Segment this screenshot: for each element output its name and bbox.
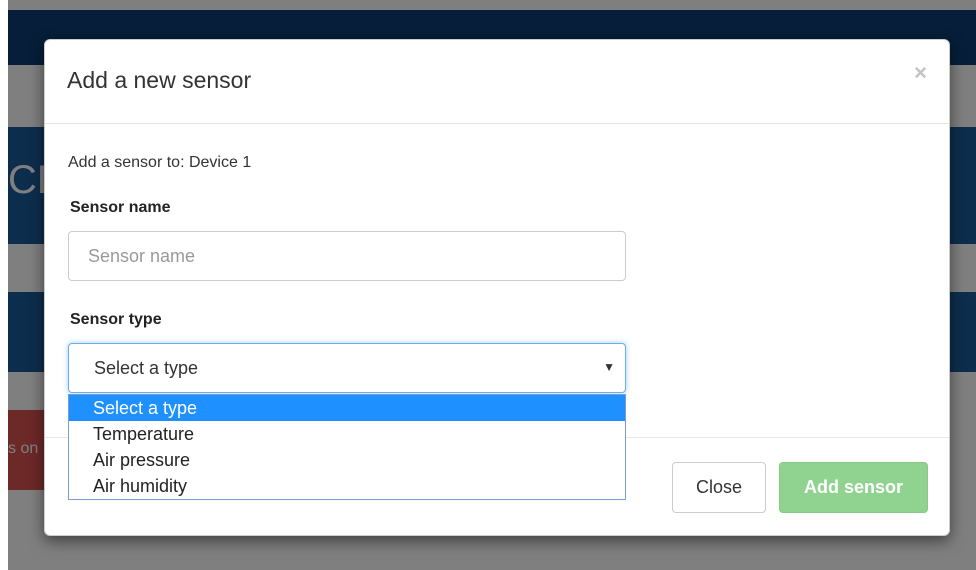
left-gutter bbox=[0, 0, 8, 570]
intro-text: Add a sensor to: Device 1 bbox=[68, 154, 252, 171]
sensor-name-input[interactable] bbox=[68, 231, 626, 281]
sensor-type-label: Sensor type bbox=[70, 311, 162, 328]
dropdown-option[interactable]: Air humidity bbox=[69, 473, 625, 499]
add-sensor-modal: Add a new sensor × Add a sensor to: Devi… bbox=[44, 39, 950, 536]
dropdown-option[interactable]: Air pressure bbox=[69, 447, 625, 473]
chevron-down-icon: ▼ bbox=[603, 360, 615, 374]
modal-body: Add a sensor to: Device 1 Sensor name Se… bbox=[45, 124, 949, 438]
close-icon[interactable]: × bbox=[914, 62, 927, 84]
modal-title: Add a new sensor bbox=[67, 67, 252, 93]
close-button[interactable]: Close bbox=[672, 462, 766, 513]
sensor-type-dropdown: Select a type Temperature Air pressure A… bbox=[68, 394, 626, 500]
sensor-type-selected-value: Select a type bbox=[94, 358, 199, 378]
dropdown-option[interactable]: Select a type bbox=[69, 395, 625, 421]
add-sensor-button[interactable]: Add sensor bbox=[779, 462, 928, 513]
modal-header: Add a new sensor × bbox=[45, 40, 949, 124]
dropdown-option[interactable]: Temperature bbox=[69, 421, 625, 447]
sensor-type-select[interactable]: Select a type ▼ bbox=[68, 343, 626, 393]
sensor-name-label: Sensor name bbox=[70, 199, 171, 216]
